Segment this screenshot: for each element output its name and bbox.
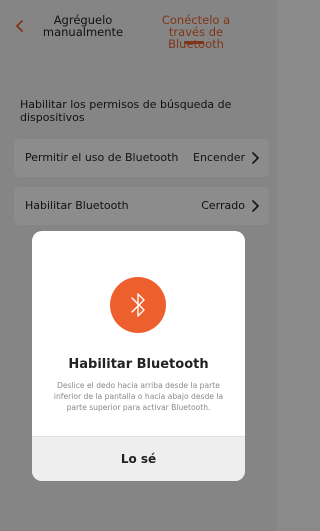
enable-bluetooth-dialog: Habilitar Bluetooth Deslice el dedo haci…: [32, 231, 245, 481]
bluetooth-icon: [110, 277, 166, 333]
dialog-message: Deslice el dedo hacia arriba desde la pa…: [53, 381, 224, 412]
dialog-title: Habilitar Bluetooth: [68, 357, 209, 372]
got-it-button[interactable]: Lo sé: [32, 436, 245, 481]
got-it-button-label: Lo sé: [120, 452, 157, 466]
